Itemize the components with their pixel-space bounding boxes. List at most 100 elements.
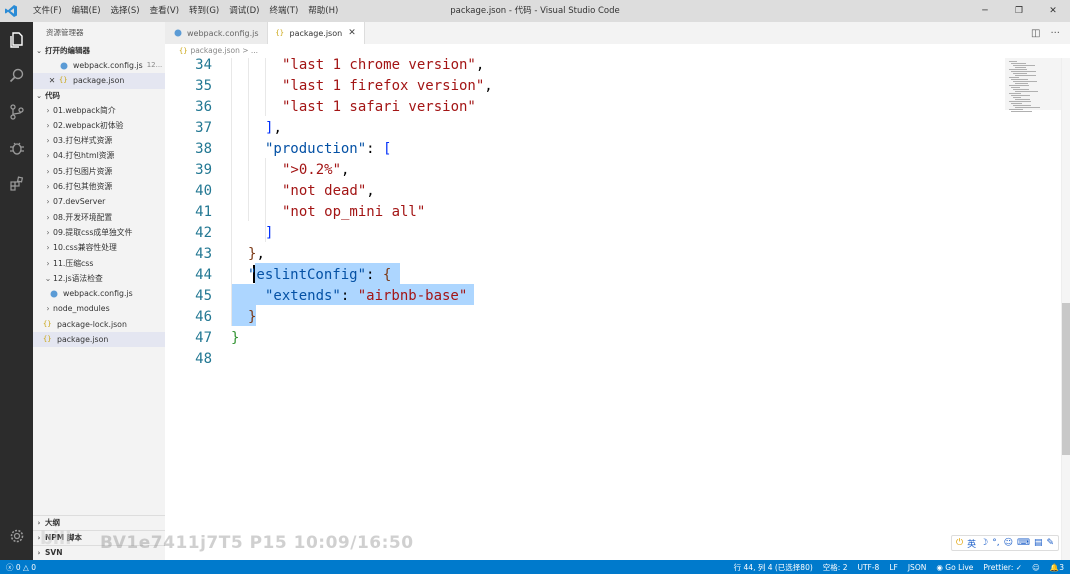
chevron-right-icon: › xyxy=(46,136,50,146)
settings-icon[interactable]: ✎ xyxy=(1047,538,1055,548)
line-number: 38 xyxy=(195,141,212,157)
source-control-icon[interactable] xyxy=(0,94,33,130)
close-icon[interactable]: ✕ xyxy=(47,73,57,88)
file-tree: › 01.webpack简介 › 02.webpack初体验 › 03.打包样式资源 › 04… xyxy=(33,103,165,348)
code-text: "not op_mini all" xyxy=(282,202,425,223)
tree-item[interactable]: {} package.json xyxy=(33,332,165,348)
folder-section[interactable]: ⌄ 代码 xyxy=(33,89,165,103)
cursor-position[interactable]: 行 44, 列 4 (已选择80) xyxy=(734,562,813,573)
code-text: "last 1 firefox version", xyxy=(282,76,493,97)
webpack-file-icon xyxy=(173,28,183,38)
tree-item[interactable]: › 08.开发环境配置 xyxy=(33,210,165,225)
code-editor[interactable]: 34 "last 1 chrome version", 35 "last 1 fire… xyxy=(165,58,1005,560)
tab-package-json[interactable]: {} package.json ✕ xyxy=(267,22,365,44)
code-token: "last 1 chrome version" xyxy=(282,58,476,73)
json-file-icon: {} xyxy=(275,29,284,37)
minimap-line xyxy=(1013,73,1027,74)
language-mode[interactable]: JSON xyxy=(908,563,927,572)
code-line: 34 "last 1 chrome version", xyxy=(165,58,1005,76)
keyboard-icon[interactable]: ⌨ xyxy=(1017,538,1030,548)
chevron-right-icon: › xyxy=(46,243,50,253)
tree-item[interactable]: › 09.提取css成单独文件 xyxy=(33,225,165,240)
vertical-scrollbar[interactable] xyxy=(1061,58,1070,560)
code-token: "extends" xyxy=(265,288,341,304)
minimize-icon[interactable]: ─ xyxy=(968,0,1002,22)
tree-item[interactable]: webpack.config.js xyxy=(33,286,165,301)
code-line: 43}, xyxy=(165,244,1005,265)
open-editor-item[interactable]: ✕ {} package.json xyxy=(33,73,165,89)
go-live-button[interactable]: ◉ Go Live xyxy=(936,563,973,572)
chevron-down-icon: ⌄ xyxy=(36,91,42,100)
code-token: "not op_mini all" xyxy=(282,204,426,220)
open-editors-section[interactable]: ⌄ 打开的编辑器 xyxy=(33,44,165,58)
tree-item[interactable]: › node_modules xyxy=(33,301,165,316)
scroll-thumb[interactable] xyxy=(1062,303,1070,455)
webpack-file-icon xyxy=(59,61,69,71)
ime-language[interactable]: 英 xyxy=(967,537,976,550)
tree-item[interactable]: › 02.webpack初体验 xyxy=(33,118,165,133)
punctuation-icon[interactable]: °, xyxy=(992,538,999,548)
skin-icon[interactable]: ▤ xyxy=(1034,538,1043,548)
indentation[interactable]: 空格: 2 xyxy=(823,562,848,573)
split-editor-icon[interactable]: ◫ xyxy=(1031,28,1040,39)
minimap-line xyxy=(1015,91,1038,92)
menu-item[interactable]: 转到(G) xyxy=(184,0,224,22)
code-line: 42] xyxy=(165,223,1005,244)
errors-indicator[interactable]: ⓧ 0 △ 0 xyxy=(6,562,36,573)
menu-item[interactable]: 编辑(E) xyxy=(67,0,106,22)
explorer-icon[interactable] xyxy=(0,22,33,58)
minimap-line xyxy=(1011,79,1028,80)
code-token: "eslintConfig" xyxy=(248,267,367,283)
breadcrumb[interactable]: {} package.json > ... xyxy=(165,44,1070,58)
tree-item[interactable]: › 01.webpack简介 xyxy=(33,103,165,118)
json-file-icon: {} xyxy=(179,47,188,55)
menu-item[interactable]: 帮助(H) xyxy=(303,0,343,22)
menu-item[interactable]: 文件(F) xyxy=(28,0,67,22)
notifications-bell[interactable]: 🔔3 xyxy=(1050,563,1064,572)
code-text: } xyxy=(231,328,239,349)
open-editor-item[interactable]: webpack.config.js 12... xyxy=(33,58,165,73)
tree-item-label: 07.devServer xyxy=(53,197,106,207)
tree-item[interactable]: › 04.打包html资源 xyxy=(33,148,165,163)
moon-icon[interactable]: ☽ xyxy=(980,538,988,548)
tree-item-label: 02.webpack初体验 xyxy=(53,120,124,130)
tab-webpack-config[interactable]: webpack.config.js xyxy=(165,22,268,44)
line-number: 41 xyxy=(195,204,212,220)
ime-toolbar[interactable]: ⏻ 英 ☽ °, ☺ ⌨ ▤ ✎ xyxy=(951,535,1060,551)
minimap-line xyxy=(1015,107,1040,108)
line-number: 39 xyxy=(195,162,212,178)
feedback-icon[interactable]: ☺ xyxy=(1032,563,1040,572)
smile-icon[interactable]: ☺ xyxy=(1004,538,1013,548)
prettier-status[interactable]: Prettier: ✓ xyxy=(983,563,1022,572)
close-icon[interactable]: ✕ xyxy=(348,28,356,38)
tree-item[interactable]: › 10.css兼容性处理 xyxy=(33,240,165,255)
tree-item-label: package.json xyxy=(57,335,109,345)
menu-item[interactable]: 调试(D) xyxy=(224,0,264,22)
code-token: { xyxy=(382,267,392,283)
tree-item[interactable]: › 07.devServer xyxy=(33,194,165,209)
code-text: "eslintConfig": { xyxy=(248,265,391,286)
search-icon[interactable] xyxy=(0,58,33,94)
menu-item[interactable]: 选择(S) xyxy=(106,0,145,22)
title-bar: 文件(F) 编辑(E) 选择(S) 查看(V) 转到(G) 调试(D) 终端(T) 帮助(H)… xyxy=(0,0,1070,22)
debug-icon[interactable] xyxy=(0,130,33,166)
tree-item[interactable]: › 03.打包样式资源 xyxy=(33,133,165,148)
menu-item[interactable]: 终端(T) xyxy=(264,0,303,22)
tree-item-label: 09.提取css成单独文件 xyxy=(53,227,133,237)
line-number: 46 xyxy=(195,309,212,325)
settings-gear-icon[interactable] xyxy=(0,518,33,554)
extensions-icon[interactable] xyxy=(0,166,33,202)
tree-item[interactable]: › 06.打包其他资源 xyxy=(33,179,165,194)
minimap-line xyxy=(1009,109,1023,110)
more-actions-icon[interactable]: ··· xyxy=(1050,28,1060,39)
tree-item[interactable]: ⌄ 12.js语法检查 xyxy=(33,271,165,286)
tree-item[interactable]: › 11.压缩css xyxy=(33,256,165,271)
menu-item[interactable]: 查看(V) xyxy=(145,0,184,22)
tree-item[interactable]: {} package-lock.json xyxy=(33,317,165,332)
close-window-icon[interactable]: ✕ xyxy=(1036,0,1070,22)
encoding[interactable]: UTF-8 xyxy=(857,563,879,572)
line-ending[interactable]: LF xyxy=(889,563,898,572)
tree-item[interactable]: › 05.打包图片资源 xyxy=(33,164,165,179)
restore-icon[interactable]: ❐ xyxy=(1002,0,1036,22)
minimap[interactable] xyxy=(1005,58,1061,560)
